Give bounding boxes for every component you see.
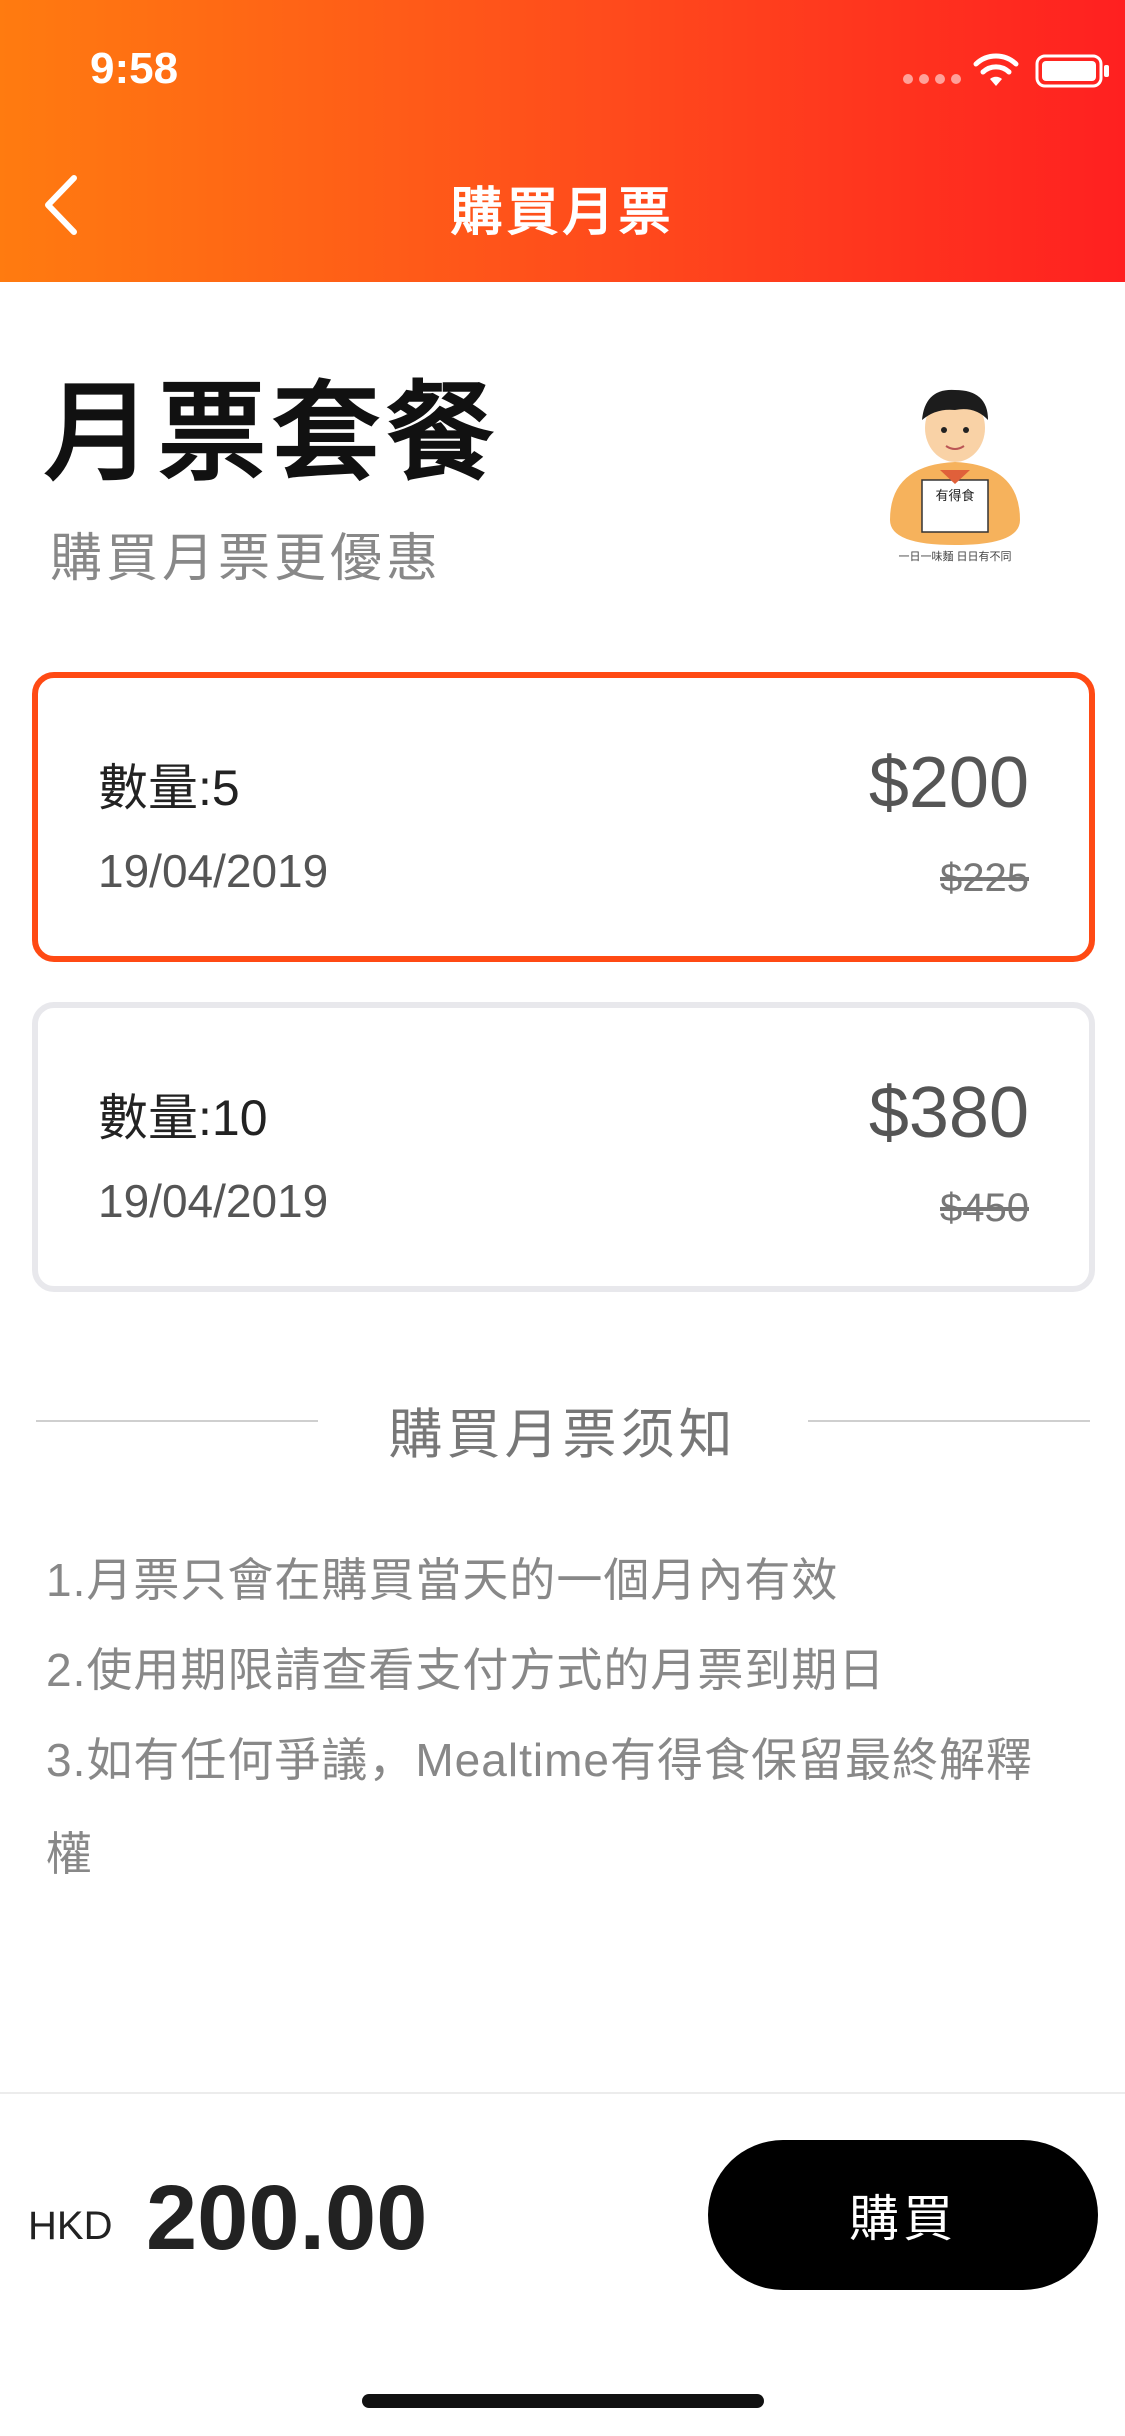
- page-title: 月票套餐: [44, 372, 501, 493]
- signal-icon: [903, 74, 961, 84]
- currency-label: HKD: [28, 2204, 113, 2248]
- mascot-badge-text: 有得食: [935, 488, 974, 503]
- plan-card-5[interactable]: 數量:5 19/04/2019 $200 $225: [32, 672, 1095, 962]
- plan-price: $200: [868, 743, 1029, 823]
- app-header: 9:58 購買月票: [0, 0, 1125, 282]
- plan-card-10[interactable]: 數量:10 19/04/2019 $380 $450: [32, 1002, 1095, 1292]
- plan-date: 19/04/2019: [98, 845, 329, 897]
- mascot-illustration: 有得食 一日一味麵 日日有不同: [890, 389, 1020, 563]
- notice-divider-right: [808, 1420, 1090, 1422]
- notice-item: 2.使用期限請查看支付方式的月票到期日: [46, 1644, 886, 1696]
- wifi-icon: [973, 53, 1019, 86]
- plan-original-price: $225: [940, 856, 1029, 900]
- plan-original-price: $450: [940, 1186, 1029, 1230]
- status-icons: [845, 52, 1125, 92]
- plan-quantity: 數量:5: [98, 760, 240, 816]
- status-time: 9:58: [90, 44, 179, 93]
- battery-icon: [1035, 54, 1109, 88]
- plan-quantity: 數量:10: [98, 1090, 268, 1146]
- notice-item: 權: [46, 1828, 93, 1880]
- notice-item: 3.如有任何爭議，Mealtime有得食保留最終解釋: [46, 1734, 1033, 1786]
- plan-price: $380: [868, 1073, 1029, 1153]
- notice-item: 1.月票只會在購買當天的一個月內有效: [46, 1554, 839, 1606]
- buy-button[interactable]: 購買: [708, 2140, 1098, 2290]
- notice-title: 購買月票须知: [388, 1405, 737, 1465]
- home-indicator: [362, 2394, 764, 2408]
- plan-date: 19/04/2019: [98, 1175, 329, 1227]
- mascot-tagline: 一日一味麵 日日有不同: [898, 549, 1011, 563]
- total-amount: 200.00: [146, 2167, 428, 2269]
- page-subtitle: 購買月票更優惠: [50, 530, 443, 588]
- nav-title: 購買月票: [450, 184, 675, 242]
